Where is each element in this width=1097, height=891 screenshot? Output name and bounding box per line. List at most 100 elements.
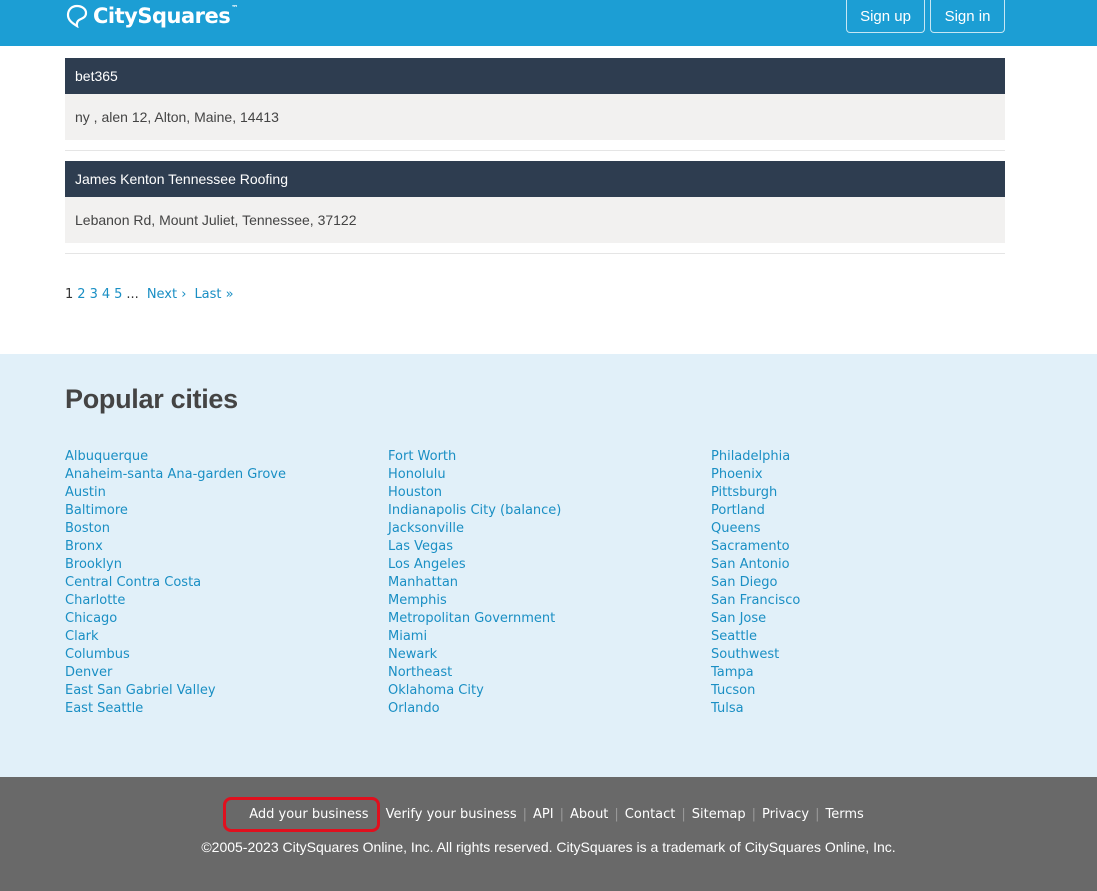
city-list-item: Metropolitan Government — [388, 610, 561, 628]
city-list-item: Boston — [65, 520, 286, 538]
city-link[interactable]: Oklahoma City — [388, 683, 484, 698]
city-link[interactable]: Portland — [711, 503, 765, 518]
page-link-2[interactable]: 2 — [77, 287, 85, 302]
city-link[interactable]: Tulsa — [711, 701, 744, 716]
city-link[interactable]: San Jose — [711, 611, 766, 626]
city-link[interactable]: Baltimore — [65, 503, 128, 518]
city-link[interactable]: Philadelphia — [711, 449, 790, 464]
city-list-item: San Francisco — [711, 592, 800, 610]
listing-title[interactable]: James Kenton Tennessee Roofing — [65, 161, 1005, 197]
city-list-item: Miami — [388, 628, 561, 646]
city-list-item: Tulsa — [711, 700, 800, 718]
city-list-item: Las Vegas — [388, 538, 561, 556]
city-link[interactable]: Central Contra Costa — [65, 575, 201, 590]
city-link[interactable]: Anaheim-santa Ana-garden Grove — [65, 467, 286, 482]
city-link[interactable]: Southwest — [711, 647, 779, 662]
city-link[interactable]: Newark — [388, 647, 437, 662]
listing-title[interactable]: bet365 — [65, 58, 1005, 94]
city-link[interactable]: Columbus — [65, 647, 130, 662]
city-link[interactable]: Manhattan — [388, 575, 458, 590]
city-link[interactable]: San Diego — [711, 575, 777, 590]
copyright-notice: ©2005-2023 CitySquares Online, Inc. All … — [201, 839, 896, 855]
city-list-item: Columbus — [65, 646, 286, 664]
city-link[interactable]: Honolulu — [388, 467, 446, 482]
privacy-link[interactable]: Privacy — [762, 807, 809, 822]
city-link[interactable]: Las Vegas — [388, 539, 453, 554]
footer-separator: | — [614, 807, 619, 822]
city-column-1: Albuquerque Anaheim-santa Ana-garden Grov… — [65, 448, 286, 718]
city-column-3: Philadelphia Phoenix Pittsburgh Portland Que… — [711, 448, 800, 718]
city-link[interactable]: Queens — [711, 521, 760, 536]
verify-your-business-link[interactable]: Verify your business — [386, 807, 517, 822]
city-link[interactable]: Austin — [65, 485, 106, 500]
last-page-link[interactable]: Last » — [194, 287, 233, 302]
city-list-item: Newark — [388, 646, 561, 664]
city-list-item: Jacksonville — [388, 520, 561, 538]
city-list-item: Philadelphia — [711, 448, 800, 466]
city-list-item: Indianapolis City (balance) — [388, 502, 561, 520]
city-link[interactable]: Tucson — [711, 683, 755, 698]
city-list-item: San Diego — [711, 574, 800, 592]
city-link[interactable]: Phoenix — [711, 467, 763, 482]
city-link[interactable]: Pittsburgh — [711, 485, 777, 500]
city-list-item: East San Gabriel Valley — [65, 682, 286, 700]
page-link-4[interactable]: 4 — [102, 287, 110, 302]
city-link[interactable]: Fort Worth — [388, 449, 456, 464]
terms-link[interactable]: Terms — [825, 807, 863, 822]
city-link[interactable]: East San Gabriel Valley — [65, 683, 216, 698]
sitemap-link[interactable]: Sitemap — [692, 807, 746, 822]
city-link[interactable]: Sacramento — [711, 539, 790, 554]
city-link[interactable]: San Francisco — [711, 593, 800, 608]
page-link-3[interactable]: 3 — [90, 287, 98, 302]
sign-in-button[interactable]: Sign in — [930, 0, 1005, 33]
logo-wordmark: CitySquares™ — [93, 4, 238, 28]
page-link-5[interactable]: 5 — [114, 287, 122, 302]
city-link[interactable]: San Antonio — [711, 557, 790, 572]
city-link[interactable]: Charlotte — [65, 593, 125, 608]
sign-up-button[interactable]: Sign up — [846, 0, 925, 33]
pagination: 1 2 3 4 5 ... Next › Last » — [65, 287, 234, 302]
add-your-business-link[interactable]: Add your business — [223, 797, 380, 832]
city-link[interactable]: Metropolitan Government — [388, 611, 555, 626]
city-link[interactable]: Houston — [388, 485, 442, 500]
city-column-2: Fort Worth Honolulu Houston Indianapolis Ci… — [388, 448, 561, 718]
listing-address: ny , alen 12, Alton, Maine, 14413 — [65, 94, 1005, 140]
city-link[interactable]: Orlando — [388, 701, 440, 716]
city-list-item: Tampa — [711, 664, 800, 682]
city-list-item: Denver — [65, 664, 286, 682]
city-link[interactable]: Boston — [65, 521, 110, 536]
api-link[interactable]: API — [533, 807, 554, 822]
city-link[interactable]: Indianapolis City (balance) — [388, 503, 561, 518]
city-list-item: Austin — [65, 484, 286, 502]
footer-separator: | — [559, 807, 564, 822]
city-link[interactable]: Albuquerque — [65, 449, 148, 464]
about-link[interactable]: About — [570, 807, 608, 822]
footer-separator: | — [751, 807, 756, 822]
city-link[interactable]: Tampa — [711, 665, 754, 680]
city-list-item: Baltimore — [65, 502, 286, 520]
city-link[interactable]: Seattle — [711, 629, 757, 644]
city-list-item: East Seattle — [65, 700, 286, 718]
city-link[interactable]: Clark — [65, 629, 99, 644]
contact-link[interactable]: Contact — [625, 807, 676, 822]
city-link[interactable]: Northeast — [388, 665, 452, 680]
city-link[interactable]: Los Angeles — [388, 557, 466, 572]
pager-ellipsis: ... — [126, 287, 139, 302]
listing-address: Lebanon Rd, Mount Juliet, Tennessee, 371… — [65, 197, 1005, 243]
city-link[interactable]: Jacksonville — [388, 521, 464, 536]
citysquares-logo[interactable]: CitySquares™ — [66, 2, 238, 30]
next-page-link[interactable]: Next › — [147, 287, 187, 302]
city-list-item: Phoenix — [711, 466, 800, 484]
city-link[interactable]: Miami — [388, 629, 427, 644]
city-list-item: Manhattan — [388, 574, 561, 592]
city-link[interactable]: Brooklyn — [65, 557, 122, 572]
city-list-item: Oklahoma City — [388, 682, 561, 700]
city-list-item: Tucson — [711, 682, 800, 700]
city-list-item: Northeast — [388, 664, 561, 682]
city-link[interactable]: East Seattle — [65, 701, 143, 716]
city-link[interactable]: Memphis — [388, 593, 447, 608]
listing-divider — [65, 243, 1005, 254]
city-link[interactable]: Denver — [65, 665, 112, 680]
city-link[interactable]: Chicago — [65, 611, 117, 626]
city-link[interactable]: Bronx — [65, 539, 103, 554]
